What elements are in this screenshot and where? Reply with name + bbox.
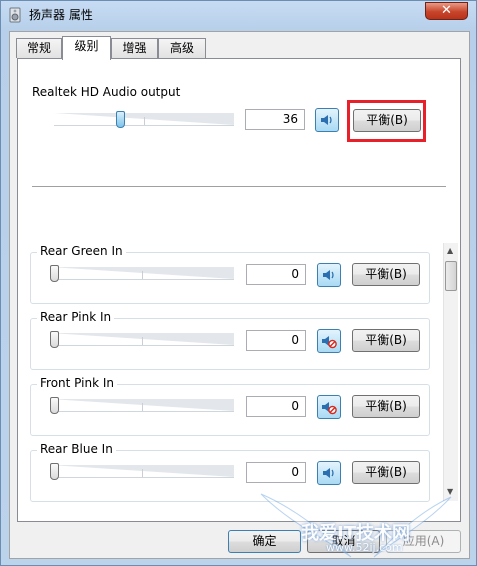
slider-thumb[interactable] bbox=[50, 331, 59, 348]
input-balance-button[interactable]: 平衡(B) bbox=[352, 395, 420, 418]
input-label: Rear Blue In bbox=[37, 442, 116, 456]
dialog-body: 常规 级别 增强 高级 Realtek HD Audio output 36 平… bbox=[9, 31, 470, 559]
tab-advanced[interactable]: 高级 bbox=[158, 38, 206, 58]
input-volume-slider[interactable] bbox=[50, 462, 234, 484]
slider-thumb[interactable] bbox=[50, 397, 59, 414]
input-label: Rear Green In bbox=[37, 244, 126, 258]
output-device-label: Realtek HD Audio output bbox=[29, 85, 184, 99]
balance-label: 平衡(B) bbox=[365, 267, 407, 281]
close-button[interactable]: ✕ bbox=[425, 2, 468, 20]
input-label: Front Pink In bbox=[37, 376, 117, 390]
balance-label: 平衡(B) bbox=[365, 465, 407, 479]
input-label: Rear Pink In bbox=[37, 310, 115, 324]
balance-label: 平衡(B) bbox=[365, 399, 407, 413]
output-volume-slider[interactable] bbox=[54, 110, 234, 132]
separator-line bbox=[32, 186, 446, 187]
tab-label: 增强 bbox=[122, 41, 147, 55]
speaker-icon bbox=[323, 468, 334, 478]
speaker-icon bbox=[321, 115, 332, 125]
input-mute-button[interactable] bbox=[317, 395, 341, 419]
input-volume-value[interactable]: 0 bbox=[246, 396, 306, 417]
tab-label: 高级 bbox=[169, 41, 194, 55]
speaker-muted-icon bbox=[322, 336, 337, 349]
tab-general[interactable]: 常规 bbox=[16, 38, 62, 58]
inputs-scrollbar[interactable]: ▲ ▼ bbox=[443, 243, 458, 501]
slider-thumb[interactable] bbox=[50, 463, 59, 480]
input-mute-button[interactable] bbox=[317, 329, 341, 353]
slider-thumb[interactable] bbox=[50, 265, 59, 282]
input-volume-value[interactable]: 0 bbox=[246, 462, 306, 483]
input-balance-button[interactable]: 平衡(B) bbox=[352, 263, 420, 286]
output-volume-value[interactable]: 36 bbox=[245, 109, 305, 130]
slider-thumb[interactable] bbox=[116, 111, 125, 128]
highlight-box bbox=[347, 100, 426, 142]
speaker-muted-icon bbox=[322, 402, 337, 415]
watermark-url: www.52ij.com bbox=[326, 541, 403, 554]
input-mute-button[interactable] bbox=[317, 461, 341, 485]
scrollbar-thumb[interactable] bbox=[445, 261, 457, 291]
output-mute-button[interactable] bbox=[315, 108, 339, 132]
title-bar[interactable]: 扬声器 属性 ✕ bbox=[1, 1, 476, 29]
input-volume-slider[interactable] bbox=[50, 264, 234, 286]
tab-label: 常规 bbox=[26, 41, 51, 55]
tab-label: 级别 bbox=[74, 39, 99, 53]
window-title: 扬声器 属性 bbox=[29, 8, 93, 22]
input-balance-button[interactable]: 平衡(B) bbox=[352, 329, 420, 352]
input-mute-button[interactable] bbox=[317, 263, 341, 287]
input-volume-value[interactable]: 0 bbox=[246, 330, 306, 351]
input-volume-slider[interactable] bbox=[50, 396, 234, 418]
tab-enhancements[interactable]: 增强 bbox=[111, 38, 158, 58]
input-volume-slider[interactable] bbox=[50, 330, 234, 352]
input-balance-button[interactable]: 平衡(B) bbox=[352, 461, 420, 484]
speaker-icon bbox=[323, 270, 334, 280]
input-volume-value[interactable]: 0 bbox=[246, 264, 306, 285]
balance-label: 平衡(B) bbox=[365, 333, 407, 347]
speaker-properties-icon bbox=[9, 7, 21, 23]
speaker-properties-window: 扬声器 属性 ✕ 常规 级别 增强 高级 Realtek HD Audio ou… bbox=[0, 0, 477, 566]
tab-levels[interactable]: 级别 bbox=[62, 36, 111, 60]
close-icon: ✕ bbox=[441, 3, 452, 18]
scroll-up-arrow-icon[interactable]: ▲ bbox=[447, 246, 453, 255]
levels-panel: Realtek HD Audio output 36 平衡(B) Rear Gr… bbox=[17, 58, 461, 522]
